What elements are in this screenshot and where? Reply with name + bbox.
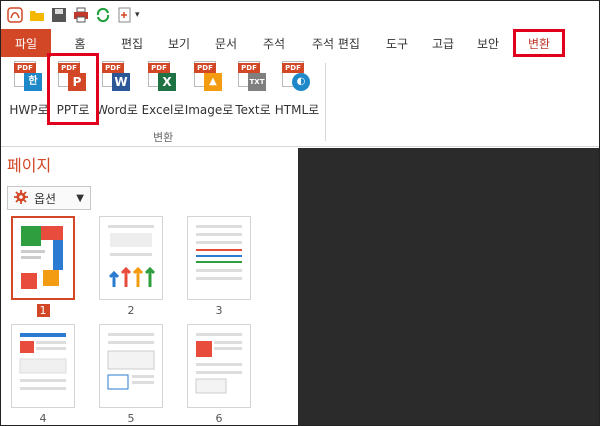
page-thumbnail-2[interactable] xyxy=(99,216,163,300)
tab-advanced[interactable]: 고급 xyxy=(421,29,465,57)
to-word-label: Word로 xyxy=(96,103,138,117)
excel-file-icon: PDF X xyxy=(148,61,178,93)
panel-title: 페이지 xyxy=(7,156,52,175)
text-file-icon: PDF TXT xyxy=(238,61,268,93)
to-hwp-button[interactable]: PDF 한 HWP로 xyxy=(9,61,49,121)
options-dropdown[interactable]: 옵션 ▼ xyxy=(7,186,91,210)
to-excel-button[interactable]: PDF X Excel로 xyxy=(141,61,185,121)
to-hwp-label: HWP로 xyxy=(9,103,49,117)
ribbon-group-label: 변환 xyxy=(153,131,174,144)
tab-label: 홈 xyxy=(74,36,86,51)
page-number: 1 xyxy=(11,304,75,317)
page-number: 2 xyxy=(127,304,135,317)
tab-convert[interactable]: 변환 xyxy=(513,29,565,57)
to-html-label: HTML로 xyxy=(274,103,320,117)
page-thumbnail-5[interactable] xyxy=(99,324,163,408)
page-number: 5 xyxy=(127,412,135,425)
pages-panel: 페이지 옵션 ▼ 1 2 3 4 5 6 xyxy=(1,148,298,425)
page-thumbnail-3[interactable] xyxy=(187,216,251,300)
to-image-label: Image로 xyxy=(184,103,234,117)
open-folder-icon[interactable] xyxy=(29,7,45,23)
tab-label: 파일 xyxy=(14,36,38,51)
page-number: 6 xyxy=(215,412,223,425)
ribbon-separator xyxy=(325,63,326,141)
tab-label: 주석 편집 xyxy=(312,36,360,51)
tab-comment-edit[interactable]: 주석 편집 xyxy=(299,29,373,57)
page-thumbnail-1[interactable] xyxy=(11,216,75,300)
tab-label: 고급 xyxy=(431,36,455,51)
tab-document[interactable]: 문서 xyxy=(203,29,249,57)
page-number: 3 xyxy=(215,304,223,317)
image-file-icon: PDF ▲ xyxy=(194,61,224,93)
save-icon[interactable] xyxy=(51,7,67,23)
html-file-icon: PDF ◐ xyxy=(282,61,312,93)
tab-label: 주석 xyxy=(262,36,286,51)
quick-access-toolbar: ▾ xyxy=(1,1,599,29)
tab-file[interactable]: 파일 xyxy=(1,29,51,57)
gear-icon xyxy=(14,189,28,207)
page-number: 4 xyxy=(39,412,47,425)
tab-edit[interactable]: 편집 xyxy=(109,29,155,57)
tab-label: 보기 xyxy=(167,36,191,51)
page-thumbnail-4[interactable] xyxy=(11,324,75,408)
refresh-icon[interactable] xyxy=(95,7,111,23)
tab-label: 도구 xyxy=(385,36,409,51)
tab-label: 편집 xyxy=(120,36,144,51)
tab-label: 보안 xyxy=(476,36,500,51)
document-canvas[interactable] xyxy=(298,148,599,425)
to-text-button[interactable]: PDF TXT Text로 xyxy=(233,61,273,121)
page-thumbnail-6[interactable] xyxy=(187,324,251,408)
to-word-button[interactable]: PDF W Word로 xyxy=(96,61,138,121)
tab-tools[interactable]: 도구 xyxy=(373,29,421,57)
options-label: 옵션 xyxy=(34,191,57,206)
to-excel-label: Excel로 xyxy=(141,103,185,117)
to-image-button[interactable]: PDF ▲ Image로 xyxy=(184,61,234,121)
tab-label: 변환 xyxy=(527,36,551,51)
chevron-down-icon: ▼ xyxy=(76,192,84,204)
tab-view[interactable]: 보기 xyxy=(155,29,203,57)
add-page-icon[interactable] xyxy=(117,7,133,23)
tab-comment[interactable]: 주석 xyxy=(249,29,299,57)
qat-dropdown-icon[interactable]: ▾ xyxy=(135,10,140,20)
tab-label: 문서 xyxy=(214,36,238,51)
to-text-label: Text로 xyxy=(235,103,271,117)
pdf-app-icon[interactable] xyxy=(7,7,23,23)
tab-security[interactable]: 보안 xyxy=(465,29,511,57)
hwp-file-icon: PDF 한 xyxy=(14,61,44,93)
word-file-icon: PDF W xyxy=(102,61,132,93)
print-icon[interactable] xyxy=(73,7,89,23)
ppt-button-highlight xyxy=(47,53,99,125)
to-html-button[interactable]: PDF ◐ HTML로 xyxy=(275,61,319,121)
